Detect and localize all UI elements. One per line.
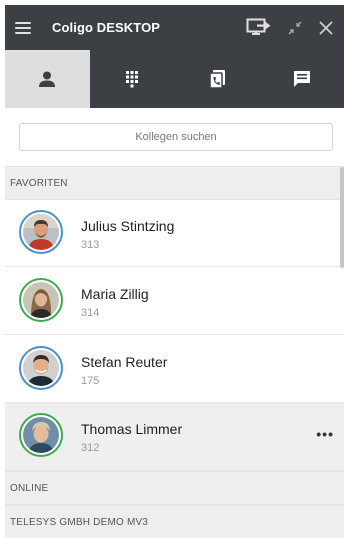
section-label: TELESYS GMBH DEMO MV3 [10,516,149,528]
section-label: ONLINE [10,482,49,494]
app-title: Coligo DESKTOP [52,20,161,35]
contact-item[interactable]: Julius Stintzing 313 [5,200,344,267]
contact-name: Thomas Limmer [81,421,183,437]
avatar [19,346,63,390]
contact-item[interactable]: Stefan Reuter 175 [5,336,344,403]
tab-chat[interactable] [259,50,344,108]
avatar [19,210,63,254]
avatar [19,413,63,457]
window-controls [245,5,344,50]
contact-item[interactable]: Thomas Limmer 312 ••• [5,403,344,471]
search-input[interactable] [19,123,333,151]
more-options-icon[interactable]: ••• [316,427,334,441]
close-icon[interactable] [316,18,336,38]
screen-share-icon[interactable] [245,14,273,42]
tab-bar [5,50,344,108]
title-bar: Coligo DESKTOP [5,5,344,50]
shrink-icon[interactable] [285,18,305,38]
menu-icon[interactable] [15,21,31,34]
contact-item[interactable]: Maria Zillig 314 [5,268,344,335]
tab-contacts[interactable] [5,50,90,108]
dialpad-icon [126,71,139,88]
app-window: Coligo DESKTOP Kollegen suchen FAVORITEN… [5,5,344,538]
contact-extension: 314 [81,307,100,319]
contact-name: Julius Stintzing [81,218,175,234]
avatar [19,278,63,322]
contact-extension: 175 [81,375,100,387]
tab-dialpad[interactable] [90,50,175,108]
contact-name: Stefan Reuter [81,354,168,370]
person-icon [39,71,56,87]
scrollbar-thumb[interactable] [340,167,344,268]
call-transfer-icon [209,70,225,89]
contact-name: Maria Zillig [81,286,149,302]
avatar-photo [23,350,59,386]
section-company[interactable]: TELESYS GMBH DEMO MV3 [5,505,344,538]
tab-calls[interactable] [175,50,260,108]
avatar-photo [23,214,59,250]
section-label: FAVORITEN [10,177,68,189]
search-area [5,108,344,166]
section-favorites[interactable]: FAVORITEN [5,166,344,200]
contact-extension: 312 [81,442,100,454]
contact-extension: 313 [81,239,100,251]
avatar-photo [23,417,59,453]
chat-icon [293,71,310,87]
section-online[interactable]: ONLINE [5,471,344,505]
avatar-photo [23,282,59,318]
